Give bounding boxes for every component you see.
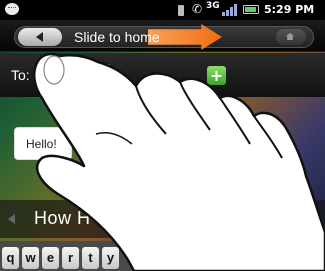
message-bubble: Hello! (14, 127, 72, 160)
slide-to-home-bar[interactable]: Slide to home (0, 20, 325, 52)
recipient-row: To: + (0, 53, 325, 97)
add-recipient-button[interactable]: + (207, 66, 226, 85)
storage-icon (178, 5, 184, 16)
key-y[interactable]: y (102, 247, 119, 269)
status-time: 5:29 PM (264, 3, 315, 16)
status-bar: ✆ 3G 5:29 PM (0, 0, 325, 20)
key-r[interactable]: r (62, 247, 79, 269)
recipient-chip[interactable] (37, 64, 111, 87)
key-t[interactable]: t (82, 247, 99, 269)
network-type: 3G (206, 1, 220, 11)
slide-to-home-label: Slide to home (74, 29, 160, 45)
compose-back-icon (8, 214, 15, 224)
signal-icon (222, 4, 238, 16)
home-icon[interactable] (276, 29, 306, 45)
keyboard: q w e r t y (0, 241, 325, 271)
slide-back-handle[interactable] (18, 28, 62, 46)
messaging-notification-icon (5, 3, 19, 15)
key-e[interactable]: e (42, 247, 59, 269)
compose-bar[interactable]: How H (0, 200, 325, 238)
compose-input[interactable]: How H (34, 208, 91, 229)
battery-icon (243, 5, 259, 14)
key-w[interactable]: w (22, 247, 39, 269)
phone-screen: ✆ 3G 5:29 PM Slide to home To: + Hello! … (0, 0, 325, 271)
key-q[interactable]: q (2, 247, 19, 269)
to-label: To: (11, 67, 30, 83)
missed-call-icon: ✆ (192, 2, 203, 16)
